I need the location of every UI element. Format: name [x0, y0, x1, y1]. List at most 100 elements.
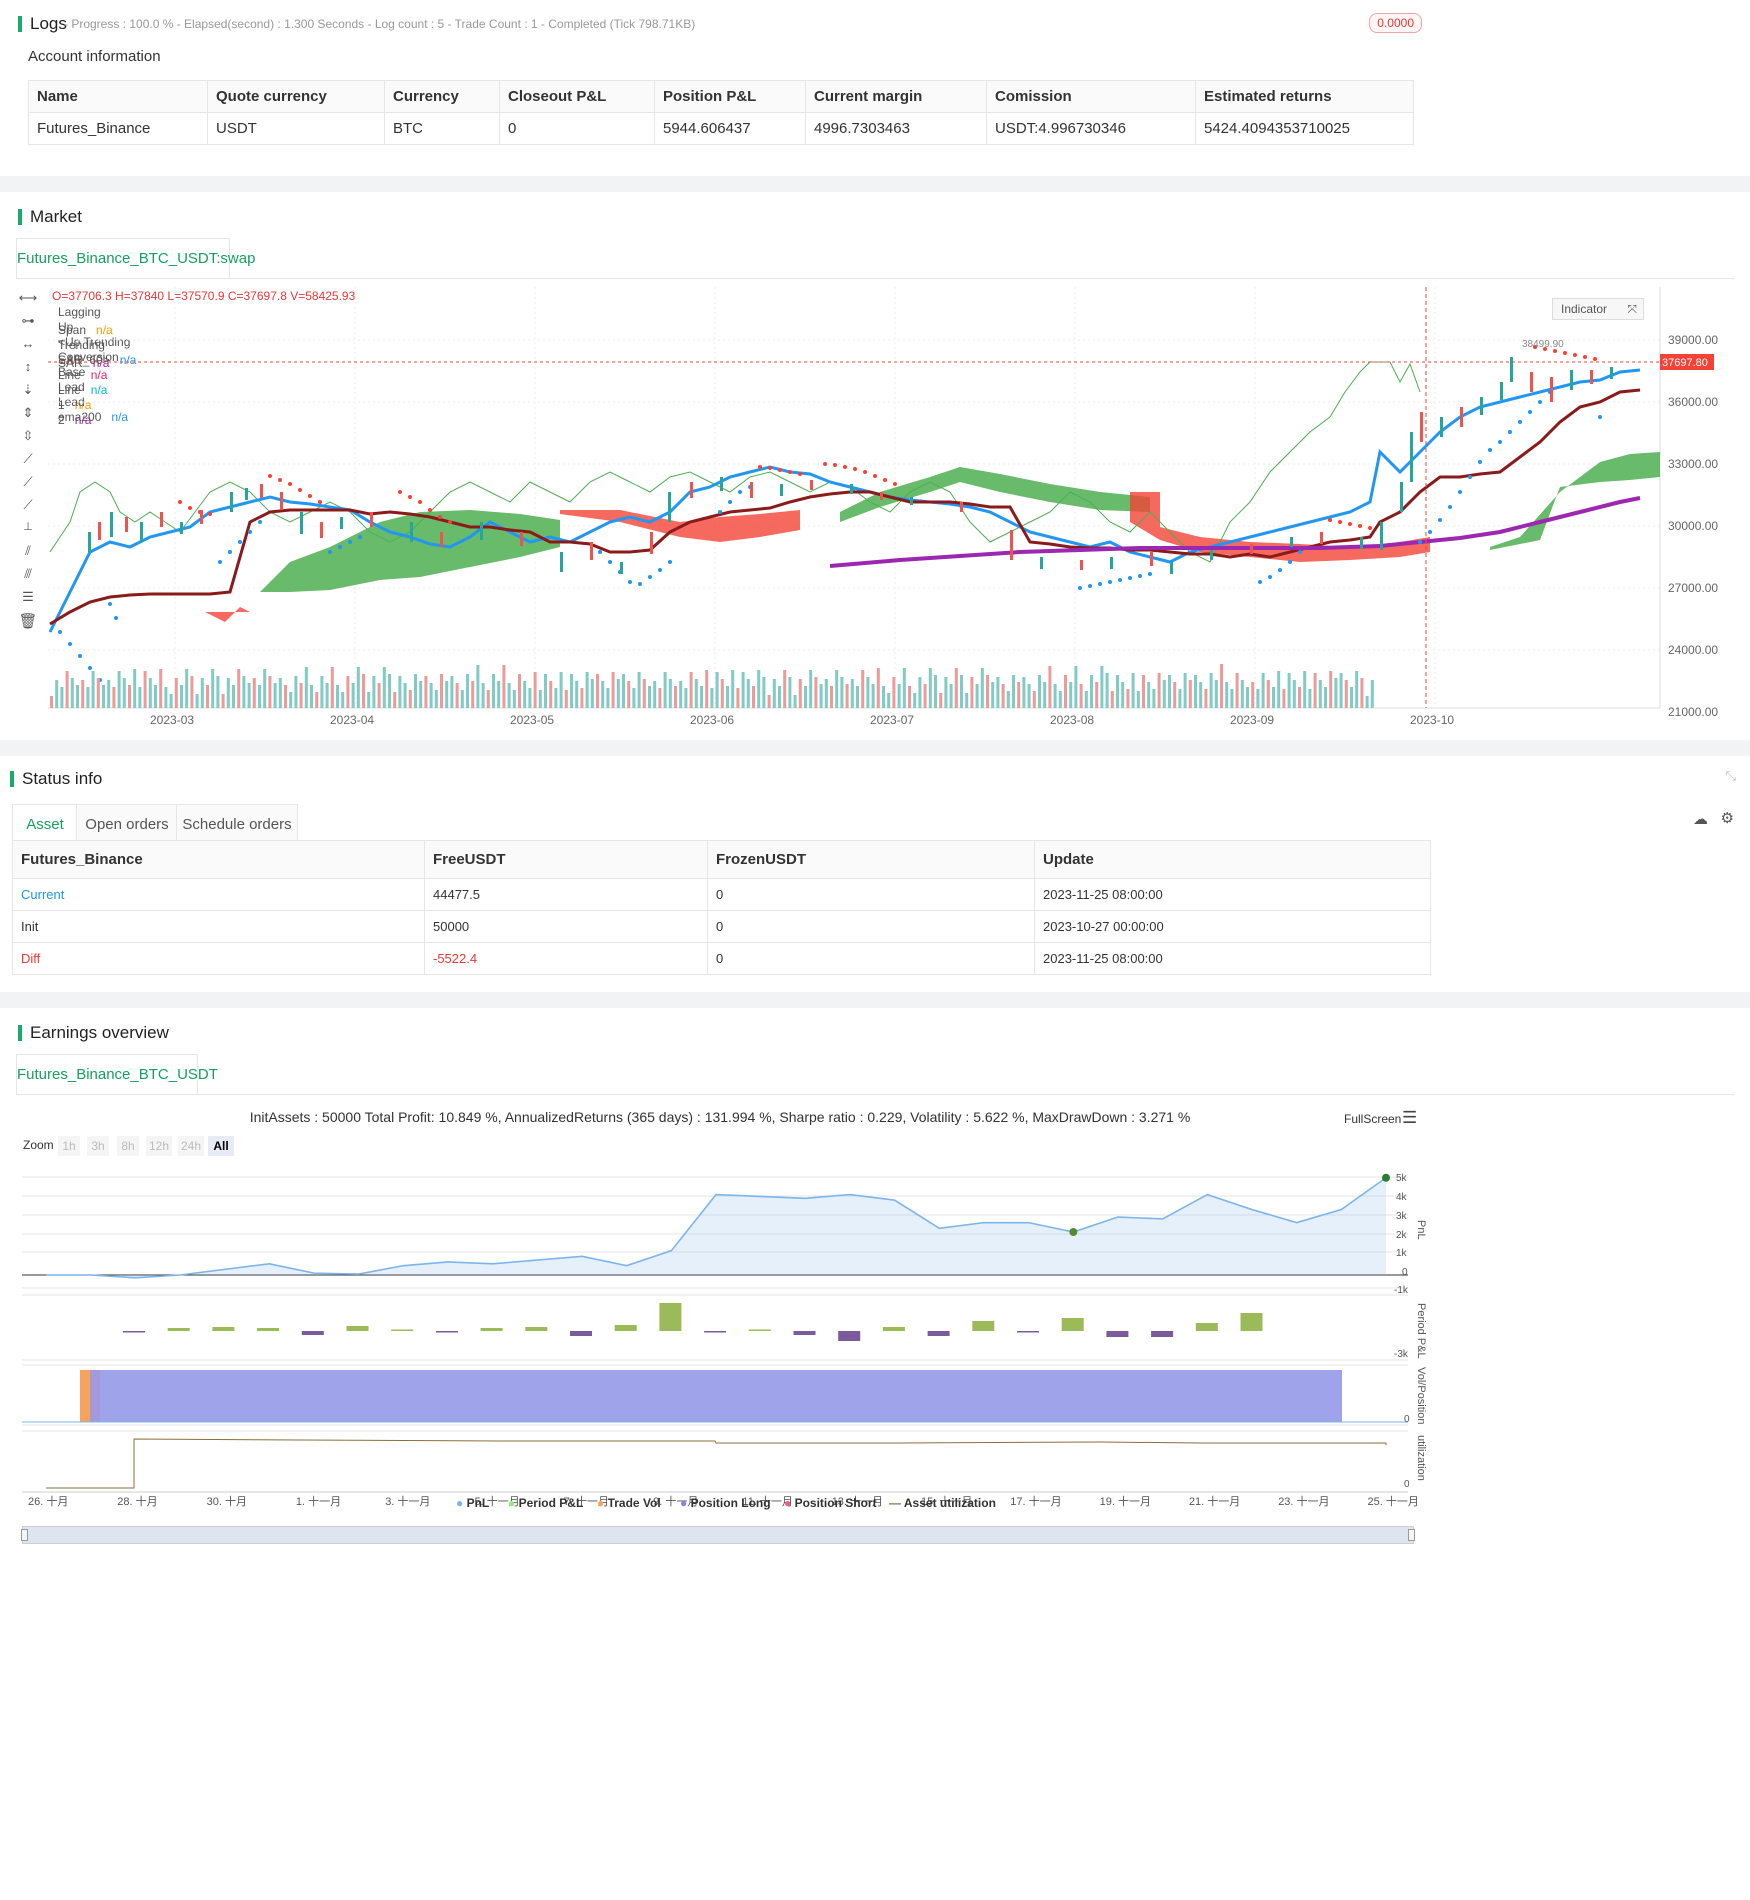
volume-bar [622, 674, 625, 708]
navigator-handle-right[interactable] [1408, 1529, 1415, 1541]
legend-position-short[interactable]: ● Position Short [784, 1496, 877, 1510]
zoom-3h-button[interactable]: 3h [87, 1136, 109, 1156]
volume-bar [330, 667, 334, 708]
volume-bar [195, 694, 199, 708]
volume-bar [507, 683, 511, 708]
volume-bar [871, 684, 875, 708]
volume-bar [596, 674, 599, 708]
period-pnl-bar [525, 1327, 548, 1331]
period-pnl-bar [882, 1327, 905, 1331]
period-pnl-bar [301, 1331, 324, 1335]
volume-bar [986, 675, 989, 708]
earnings-symbol-tab[interactable]: Futures_Binance_BTC_USDT [16, 1054, 218, 1095]
fullscreen-button[interactable]: FullScreen [1344, 1112, 1401, 1126]
volume-bar [866, 677, 870, 708]
volume-bar [164, 687, 168, 708]
account-cell: USDT:4.996730346 [986, 112, 1196, 145]
market-chart[interactable]: 37697.80 38499.90 39000.00 36000.00 3300… [0, 192, 1750, 740]
volume-bar [1261, 673, 1265, 708]
volume-bar [830, 686, 833, 708]
account-col-header: Position P&L [654, 80, 806, 113]
zoom-all-button[interactable]: All [208, 1136, 234, 1156]
zoom-24h-button[interactable]: 24h [178, 1136, 204, 1156]
pnl-series [45, 1173, 1390, 1279]
volume-bar [939, 693, 943, 708]
tab-underline [16, 1094, 1734, 1095]
legend-dot-icon: ● [508, 1496, 516, 1510]
volume-bar [544, 674, 547, 708]
volume-bar [570, 674, 573, 708]
settings-gear-icon[interactable]: ⚙ [1721, 809, 1734, 827]
date-tick: 2023-05 [510, 713, 554, 727]
navigator-scrollbar[interactable] [21, 1526, 1415, 1544]
tab-asset[interactable]: Asset [12, 804, 78, 845]
volume-bar [424, 676, 428, 708]
volume-bar [445, 681, 449, 708]
util-tick: 0 [1404, 1479, 1410, 1490]
account-col-header: Closeout P&L [499, 80, 655, 113]
price-tick: 33000.00 [1668, 457, 1718, 471]
account-cell: 0 [499, 112, 655, 145]
axis-title-pnl: PnL [1415, 1220, 1427, 1240]
volume-bar [325, 683, 329, 708]
cloud-download-icon[interactable]: ☁ [1693, 810, 1708, 828]
market-panel: Market Futures_Binance_BTC_USDT:swap ⟷ ⊶… [0, 192, 1750, 740]
period-pnl-bar [346, 1326, 369, 1331]
asset-cell: 2023-11-25 08:00:00 [1034, 878, 1431, 911]
account-col-header: Current margin [805, 80, 987, 113]
pnl-marker [1069, 1227, 1078, 1236]
period-pnl-bar [480, 1328, 503, 1331]
menu-icon[interactable]: ☰ [1402, 1108, 1417, 1128]
volume-bar [492, 674, 495, 708]
volume-bar [642, 679, 646, 708]
asset-cell: -5522.4 [424, 942, 708, 975]
volume-bar [616, 679, 620, 708]
position-long-area [100, 1370, 1342, 1422]
volume-bar [1048, 666, 1052, 708]
volume-bar [533, 672, 537, 708]
volume-bar [367, 692, 371, 708]
volume-bar [455, 683, 459, 708]
table-row: Current 44477.5 0 2023-11-25 08:00:00 [12, 878, 1431, 911]
volume-bar [476, 665, 480, 708]
asset-cell: 0 [707, 878, 1035, 911]
volume-bar [835, 670, 839, 708]
volume-bar [107, 680, 111, 708]
navigator-handle-left[interactable] [21, 1529, 28, 1541]
volume-bar [299, 683, 303, 708]
volume-bar [460, 690, 464, 708]
volume-bar [1360, 678, 1364, 708]
volume-bar [1069, 682, 1073, 708]
volume-bar [850, 679, 854, 708]
volume-bar [1183, 673, 1187, 708]
pnl-tick: 4k [1396, 1192, 1408, 1203]
volume-bar [294, 676, 298, 708]
asset-col-header: FreeUSDT [424, 840, 708, 879]
volume-bar [200, 678, 204, 708]
legend-asset-utilization[interactable]: — Asset utilization [889, 1496, 996, 1510]
volume-bar [466, 674, 469, 708]
volume-bar [590, 679, 594, 708]
earnings-chart[interactable]: 5k 4k 3k 2k 1k 0 -1k -3k 0 0 PnL Period … [0, 1155, 1750, 1555]
volume-bar [1058, 691, 1062, 708]
volume-bar [1209, 673, 1213, 708]
volume-bar [523, 681, 527, 708]
asset-table: Futures_Binance FreeUSDT FrozenUSDT Upda… [12, 840, 1431, 975]
volume-bar [1095, 682, 1099, 708]
legend-pnl[interactable]: ● PnL [456, 1496, 489, 1510]
collapse-icon[interactable]: ⤡ [1726, 768, 1736, 784]
volume-bar [440, 674, 443, 708]
legend-position-long[interactable]: ● Position Long [680, 1496, 771, 1510]
volume-bar [606, 688, 610, 708]
zoom-8h-button[interactable]: 8h [117, 1136, 139, 1156]
price-tick: 21000.00 [1668, 705, 1718, 719]
volume-bar [1121, 682, 1125, 708]
volume-bar [356, 667, 360, 708]
legend-period-pnl[interactable]: ● Period P&L [508, 1496, 583, 1510]
date-tick: 2023-09 [1230, 713, 1274, 727]
legend-trade-vol[interactable]: ● Trade Vol [597, 1496, 661, 1510]
zoom-1h-button[interactable]: 1h [58, 1136, 80, 1156]
volume-bar [1324, 687, 1327, 708]
volume-bar [502, 665, 506, 708]
zoom-12h-button[interactable]: 12h [146, 1136, 172, 1156]
